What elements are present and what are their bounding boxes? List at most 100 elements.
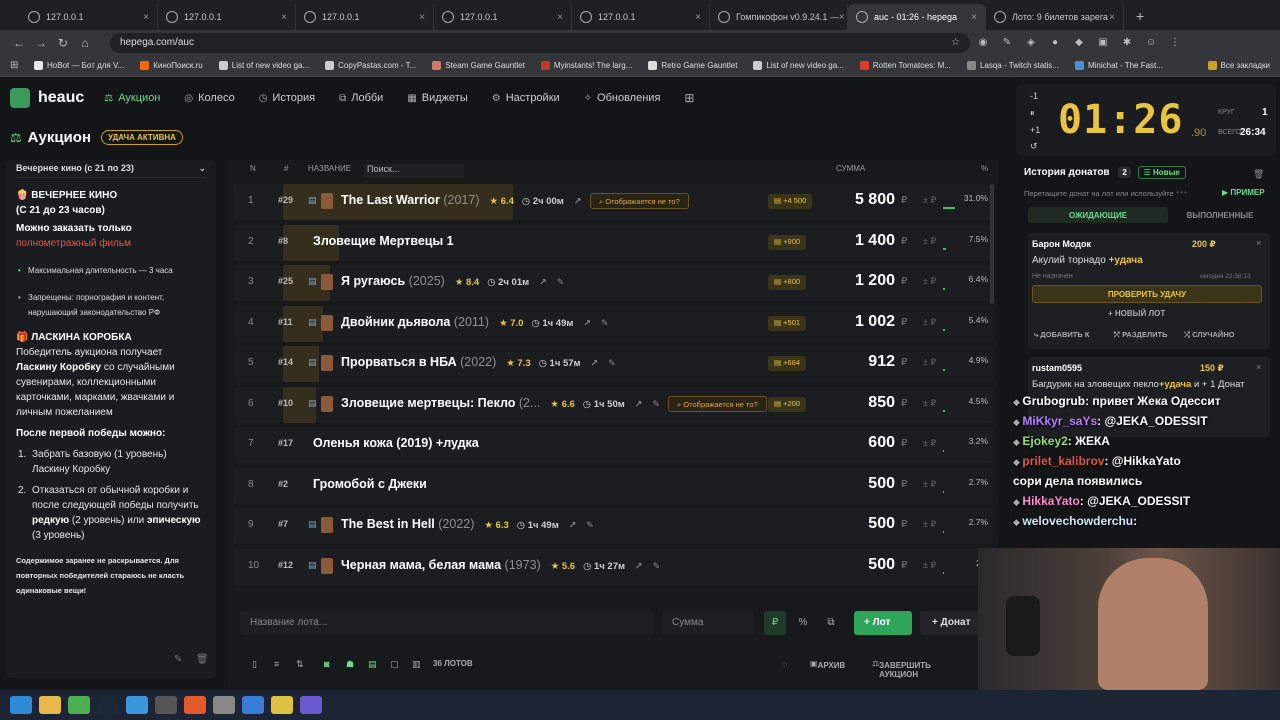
- close-icon[interactable]: ×: [1256, 238, 1261, 248]
- eye-off-icon[interactable]: ◌: [782, 659, 787, 669]
- copy-icon[interactable]: ⧉: [820, 611, 842, 635]
- adjust-sum-button[interactable]: ± ₽: [923, 195, 936, 206]
- forward-icon[interactable]: →: [30, 36, 52, 50]
- lot-name[interactable]: The Last Warrior (2017)★ 6.4◷ 2ч 00м↗✎: [341, 193, 599, 207]
- bookmark-item[interactable]: Rotten Tomatoes: M...: [859, 61, 951, 70]
- close-tab-icon[interactable]: ×: [695, 12, 701, 23]
- lot-sum[interactable]: 1 200: [813, 272, 895, 290]
- close-tab-icon[interactable]: ×: [557, 12, 563, 23]
- new-filter[interactable]: ☰ Новые: [1137, 166, 1186, 179]
- percent-toggle[interactable]: %: [792, 611, 814, 635]
- trash-icon[interactable]: 🗑: [196, 652, 209, 667]
- bookmark-item[interactable]: HoBot — Бот для V...: [34, 61, 124, 70]
- app-icon[interactable]: [126, 696, 148, 714]
- lot-name[interactable]: Я ругаюсь (2025) ★ 8.4 ◷ 2ч 01м ↗ ✎: [341, 274, 564, 288]
- table-row[interactable]: 2 #8 Зловещие Мертвецы 1 ▤ +900 1 400 ₽ ± ₽ 7.…: [233, 224, 993, 261]
- archive-button[interactable]: ▣ АРХИВ: [810, 659, 845, 670]
- table-row[interactable]: 4 #11 ▤ Двойник дьявола (2011) ★ 7.0 ◷ 1ч 49м…: [233, 305, 993, 342]
- minus-minute-button[interactable]: -1: [1030, 91, 1038, 101]
- lot-name[interactable]: Черная мама, белая мама (1973) ★ 5.6 ◷ 1ч …: [341, 558, 660, 572]
- extension-icon[interactable]: ◉: [972, 36, 994, 50]
- check-luck-button[interactable]: ПРОВЕРИТЬ УДАЧУ: [1032, 285, 1262, 303]
- plus-minute-button[interactable]: +1: [1030, 125, 1040, 135]
- windows-icon[interactable]: [10, 696, 32, 714]
- service-icon[interactable]: ▤: [368, 659, 377, 670]
- example-link[interactable]: ▶ ПРИМЕР: [1222, 188, 1265, 197]
- reset-icon[interactable]: ↺: [1030, 141, 1038, 152]
- close-tab-icon[interactable]: ×: [1109, 12, 1115, 23]
- new-tab-icon[interactable]: +: [1136, 8, 1144, 24]
- lot-sum[interactable]: 1 002: [813, 313, 895, 331]
- url-field[interactable]: hepega.com/auc ☆: [110, 32, 970, 53]
- adjust-sum-button[interactable]: ± ₽: [923, 438, 936, 449]
- lot-sum[interactable]: 1 400: [813, 232, 895, 250]
- table-row[interactable]: 10 #12 ▤ Черная мама, белая мама (1973) ★ 5.…: [233, 548, 993, 585]
- puzzle-icon[interactable]: ✱: [1116, 36, 1138, 50]
- lot-name[interactable]: Оленья кожа (2019) +лудка: [313, 436, 479, 450]
- reload-icon[interactable]: ↻: [52, 36, 74, 50]
- browser-tab[interactable]: Гомпикофон v0.9.24.1 — ×: [710, 4, 848, 30]
- info-icon[interactable]: ▤: [308, 398, 317, 409]
- lot-name[interactable]: Громобой с Джеки: [313, 477, 427, 491]
- all-bookmarks[interactable]: Все закладки: [1207, 61, 1270, 70]
- bookmark-item[interactable]: Minichat - The Fast...: [1074, 61, 1163, 70]
- obs-icon[interactable]: [213, 696, 235, 714]
- browser-tab[interactable]: 127.0.0.1 ×: [296, 4, 434, 30]
- lot-sum[interactable]: 500: [813, 475, 895, 493]
- adjust-sum-button[interactable]: ± ₽: [923, 519, 936, 530]
- tab-done[interactable]: ВЫПОЛНЕННЫЕ: [1170, 207, 1270, 223]
- lot-sum[interactable]: 500: [813, 515, 895, 533]
- sort-icon[interactable]: ⇅: [296, 659, 304, 670]
- nav-item[interactable]: ▦ Виджеты: [407, 92, 467, 104]
- col-hash[interactable]: #: [284, 164, 288, 173]
- browser-tab[interactable]: 127.0.0.1 ×: [20, 4, 158, 30]
- bookmark-item[interactable]: Lasqa - Twitch statis...: [966, 61, 1059, 70]
- tab-pending[interactable]: ОЖИДАЮЩИЕ: [1028, 207, 1168, 223]
- bookmark-item[interactable]: List of new video ga...: [218, 61, 309, 70]
- finish-auction-button[interactable]: ⚖ ЗАВЕРШИТЬ АУКЦИОН: [872, 659, 931, 679]
- browser-tab[interactable]: 127.0.0.1 ×: [158, 4, 296, 30]
- adjust-sum-button[interactable]: ± ₽: [923, 357, 936, 368]
- extension-icon[interactable]: ✎: [996, 36, 1018, 50]
- lot-name[interactable]: Прорваться в НБА (2022) ★ 7.3 ◷ 1ч 57м ↗ ✎: [341, 355, 616, 369]
- table-row[interactable]: 5 #14 ▤ Прорваться в НБА (2022) ★ 7.3 ◷ 1ч 57…: [233, 346, 993, 382]
- preset-select[interactable]: Вечернее кино (с 21 по 23) ⌄: [16, 160, 206, 178]
- bookmark-item[interactable]: CopyPastas.com - T...: [325, 61, 416, 70]
- browser-tab[interactable]: auc - 01:26 - hepega ×: [848, 4, 986, 30]
- chrome-icon[interactable]: [68, 696, 90, 714]
- nav-item[interactable]: ✧ Обновления: [584, 92, 661, 104]
- lot-name[interactable]: Двойник дьявола (2011) ★ 7.0 ◷ 1ч 49м ↗ ✎: [341, 315, 609, 329]
- nav-item[interactable]: ◷ История: [259, 92, 315, 104]
- close-tab-icon[interactable]: ×: [143, 12, 149, 23]
- browser-tab[interactable]: 127.0.0.1 ×: [434, 4, 572, 30]
- bookmark-item[interactable]: Retro Game Gauntlet: [648, 61, 737, 70]
- table-row[interactable]: 9 #7 ▤ The Best in Hell (2022) ★ 6.3 ◷ 1ч 49м…: [233, 508, 993, 544]
- adjust-sum-button[interactable]: ± ₽: [923, 479, 936, 490]
- lot-sum[interactable]: 5 800: [813, 191, 895, 209]
- extension-icon[interactable]: ◆: [1068, 36, 1090, 50]
- table-row[interactable]: 1 #29 ▤ The Last Warrior (2017) ★ 6.4 ◷ 2ч 00…: [233, 184, 993, 220]
- edit-icon[interactable]: ✎: [174, 652, 182, 667]
- new-lot-button[interactable]: + НОВЫЙ ЛОТ: [1108, 309, 1165, 318]
- book-icon[interactable]: ▥: [412, 659, 421, 670]
- search-input[interactable]: Поиск...: [364, 164, 464, 178]
- twitch-icon[interactable]: ◙: [324, 659, 329, 669]
- lot-sum[interactable]: 912: [813, 353, 895, 371]
- bookmark-star-icon[interactable]: ☆: [951, 37, 960, 48]
- layout-icon[interactable]: ▯: [252, 659, 257, 670]
- col-sum[interactable]: СУММА: [836, 164, 865, 173]
- apps-icon[interactable]: ⊞: [10, 60, 18, 71]
- nav-item[interactable]: ⚖ Аукцион: [104, 92, 160, 104]
- profile-icon[interactable]: ☺: [1140, 36, 1162, 50]
- adjust-sum-button[interactable]: ± ₽: [923, 276, 936, 287]
- list-icon[interactable]: ≡: [274, 659, 279, 669]
- bookmark-item[interactable]: Myinstants! The larg...: [540, 61, 632, 70]
- browser-tab[interactable]: Лото: 9 билетов зарега ×: [986, 4, 1124, 30]
- firefox-icon[interactable]: [184, 696, 206, 714]
- extension-icon[interactable]: ●: [1044, 36, 1066, 50]
- close-tab-icon[interactable]: ×: [971, 12, 977, 23]
- table-row[interactable]: 3 #25 ▤ Я ругаюсь (2025) ★ 8.4 ◷ 2ч 01м ↗ ✎ ▤ +8…: [233, 265, 993, 301]
- notepad-icon[interactable]: [242, 696, 264, 714]
- adjust-sum-button[interactable]: ± ₽: [923, 317, 936, 328]
- grid-icon[interactable]: ⊞: [684, 91, 694, 105]
